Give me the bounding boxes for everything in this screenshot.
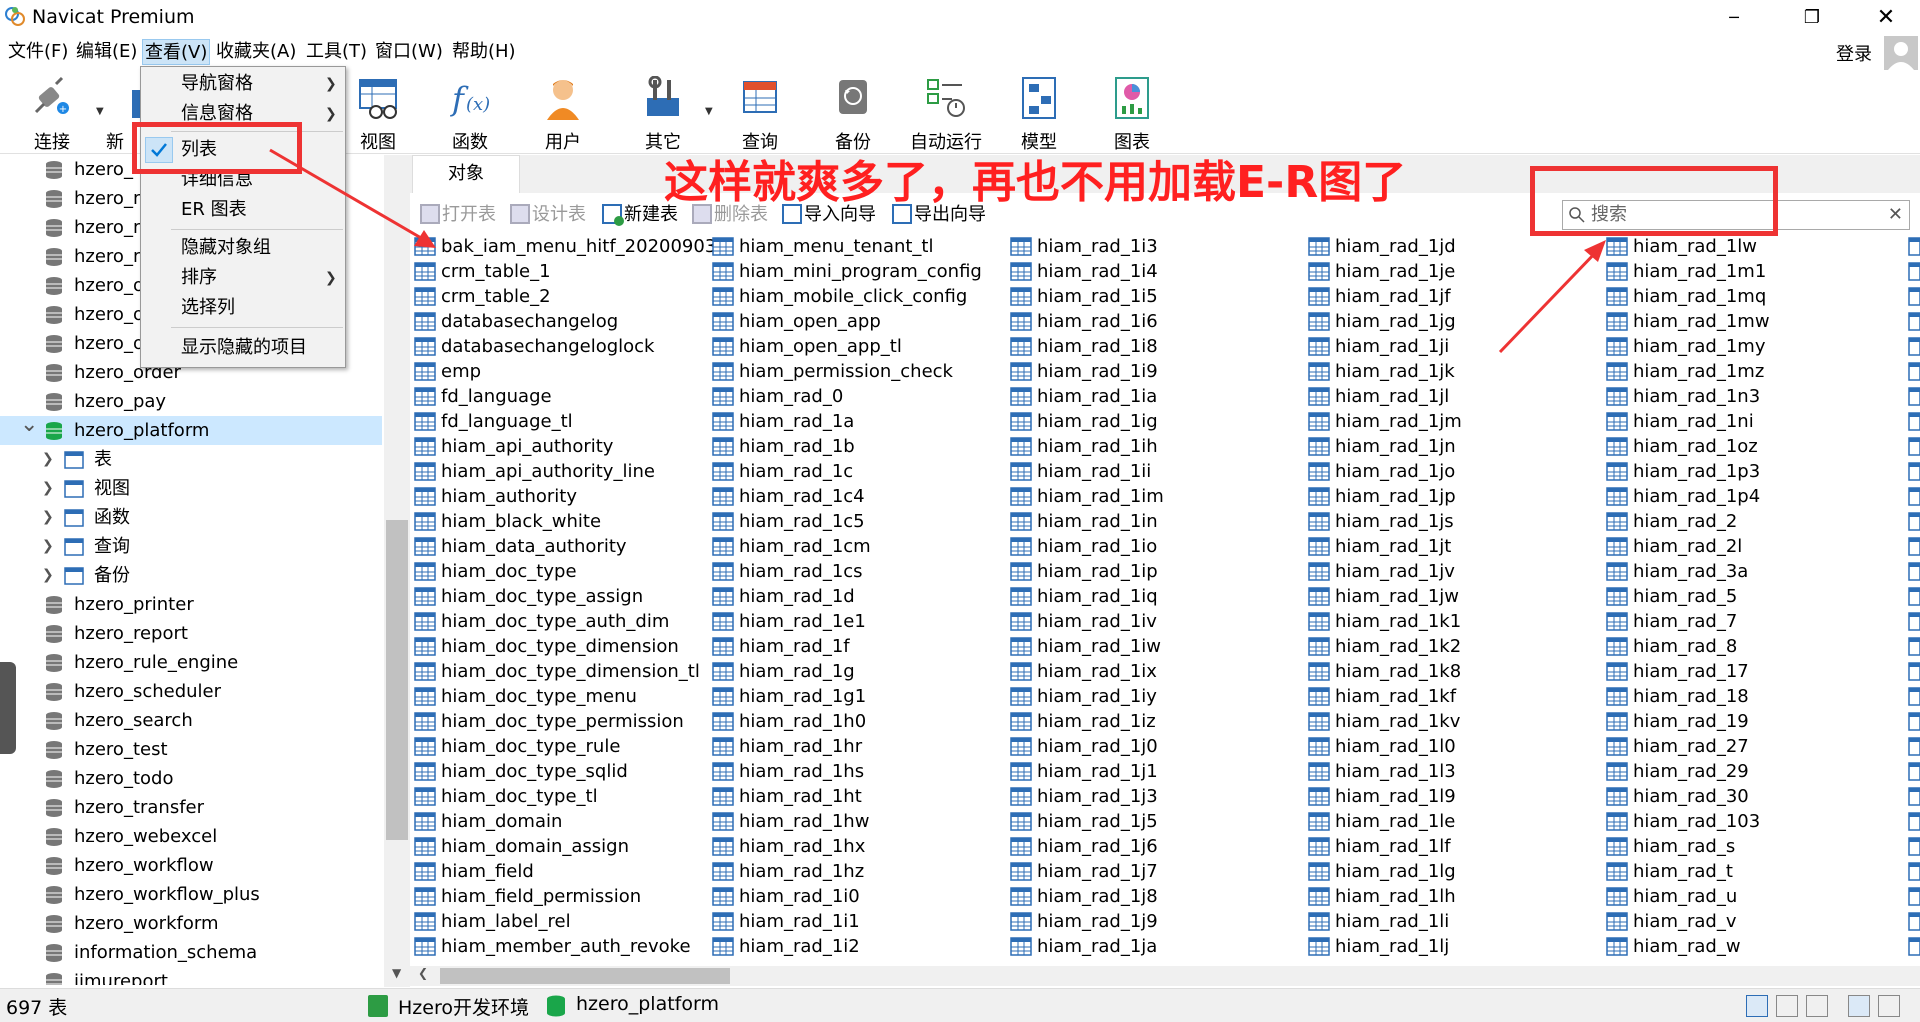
navicat-window: { "window": {"title": "Navicat Premium",… [0,0,1920,1022]
annotation-text: 这样就爽多了，再也不用加载E-R图了 [664,157,1407,208]
